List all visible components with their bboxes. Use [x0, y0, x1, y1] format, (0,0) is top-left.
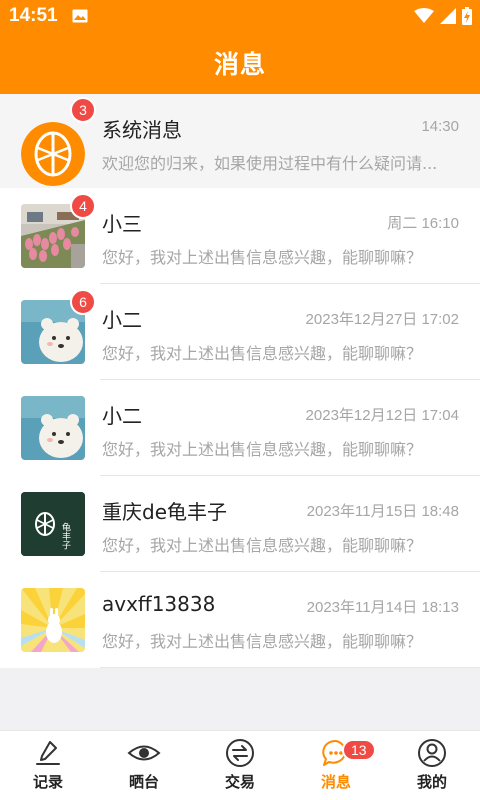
tab-messages[interactable]: 消息 13 — [288, 731, 384, 800]
conversation-list: 3 系统消息 14:30 欢迎您的归来，如果使用过程中有什么疑问请... 4 小… — [0, 94, 480, 668]
signal-icon — [440, 8, 456, 24]
conversation-row[interactable]: 4 小三 周二 16:10 您好，我对上述出售信息感兴趣，能聊聊嘛？ — [0, 188, 480, 284]
avatar — [21, 396, 85, 460]
avatar: 龟丰子 — [21, 492, 85, 556]
conversation-preview: 您好，我对上述出售信息感兴趣，能聊聊嘛？ — [102, 632, 423, 651]
conversation-preview: 您好，我对上述出售信息感兴趣，能聊聊嘛？ — [102, 536, 423, 555]
wifi-icon — [414, 8, 434, 23]
avatar-wrap: 6 — [21, 289, 96, 364]
tab-label: 晒台 — [128, 773, 159, 791]
conversation-row-system[interactable]: 3 系统消息 14:30 欢迎您的归来，如果使用过程中有什么疑问请... — [0, 94, 480, 188]
brand-logo-orange-icon — [21, 122, 85, 186]
conversation-name: 重庆de龟丰子 — [102, 500, 227, 524]
status-time: 14:51 — [9, 5, 58, 26]
conversation-preview: 您好，我对上述出售信息感兴趣，能聊聊嘛？ — [102, 344, 423, 363]
unread-badge: 3 — [70, 97, 96, 123]
tab-trade[interactable]: 交易 — [192, 731, 288, 800]
conversation-time: 2023年11月14日 18:13 — [306, 599, 459, 616]
status-right — [414, 7, 472, 25]
conversation-preview: 您好，我对上述出售信息感兴趣，能聊聊嘛？ — [102, 440, 423, 459]
conversation-row[interactable]: avxff13838 2023年11月14日 18:13 您好，我对上述出售信息… — [0, 572, 480, 668]
brand-logo-green-icon: 龟丰子 — [21, 492, 85, 556]
avatar-wrap — [21, 588, 85, 652]
tab-label: 消息 — [320, 773, 351, 791]
tab-label: 交易 — [224, 773, 255, 791]
conversation-preview: 欢迎您的归来，如果使用过程中有什么疑问请... — [102, 154, 438, 173]
conversation-time: 2023年11月15日 18:48 — [306, 503, 459, 520]
tab-mine[interactable]: 我的 — [384, 731, 480, 800]
tab-record[interactable]: 记录 — [0, 731, 96, 800]
page-title: 消息 — [213, 50, 266, 79]
avatar-wrap: 3 — [21, 97, 96, 186]
avatar-wrap: 4 — [21, 193, 96, 268]
title-bar: 消息 — [0, 32, 480, 94]
unread-total-badge: 13 — [342, 739, 376, 761]
conversation-row[interactable]: 6 小二 2023年12月27日 17:02 您好，我对上述出售信息感兴趣，能聊… — [0, 284, 480, 380]
pen-icon — [36, 741, 60, 765]
conversation-row[interactable]: 龟丰子 重庆de龟丰子 2023年11月15日 18:48 您好，我对上述出售信… — [0, 476, 480, 572]
tab-label: 我的 — [416, 773, 447, 791]
bottom-tab-bar: 记录 晒台 交易 消息 13 我的 — [0, 730, 480, 800]
unread-badge: 4 — [70, 193, 96, 219]
profile-icon — [418, 739, 446, 767]
exchange-icon — [226, 739, 254, 767]
unread-badge: 6 — [70, 289, 96, 315]
status-bar: 14:51 — [0, 0, 480, 32]
conversation-time: 周二 16:10 — [387, 215, 459, 232]
conversation-name: 小二 — [102, 308, 142, 332]
divider — [100, 667, 480, 668]
tab-label: 记录 — [32, 773, 63, 791]
image-notification-icon — [72, 9, 88, 23]
conversation-name: 小三 — [102, 212, 142, 236]
conversation-row[interactable]: 小二 2023年12月12日 17:04 您好，我对上述出售信息感兴趣，能聊聊嘛… — [0, 380, 480, 476]
brand-logo-text: 龟丰子 — [60, 521, 71, 549]
sunburst-illustration-icon — [21, 588, 85, 652]
avatar — [21, 588, 85, 652]
battery-icon — [462, 7, 472, 25]
avatar-wrap: 龟丰子 — [21, 492, 85, 556]
avatar-wrap — [21, 396, 85, 460]
conversation-time: 2023年12月12日 17:04 — [305, 407, 459, 424]
conversation-time: 14:30 — [421, 118, 459, 135]
eye-icon — [127, 745, 161, 761]
avatar — [21, 122, 85, 186]
conversation-name: 小二 — [102, 404, 142, 428]
conversation-name: 系统消息 — [102, 118, 182, 142]
conversation-name: avxff13838 — [102, 592, 216, 616]
conversation-preview: 您好，我对上述出售信息感兴趣，能聊聊嘛？ — [102, 248, 423, 267]
bear-illustration-icon — [21, 396, 85, 460]
tab-showcase[interactable]: 晒台 — [96, 731, 192, 800]
conversation-time: 2023年12月27日 17:02 — [305, 311, 459, 328]
